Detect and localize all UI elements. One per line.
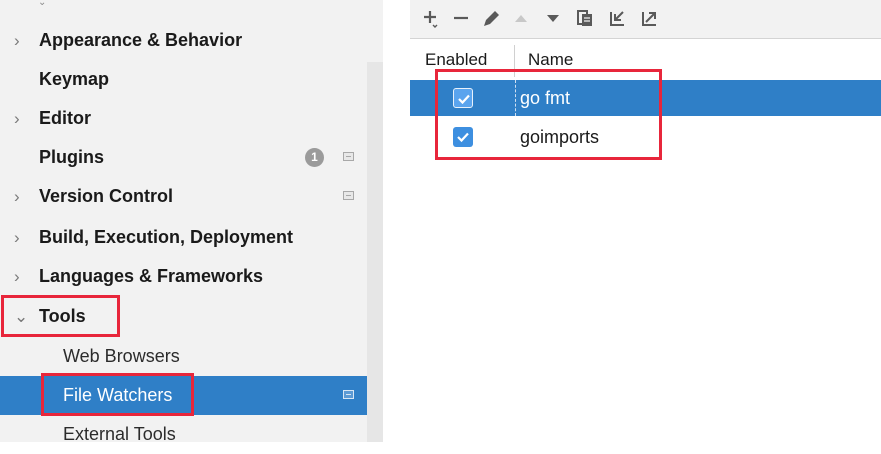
table-row[interactable]: go fmt (410, 80, 881, 116)
tree-item-label: Editor (39, 108, 91, 128)
remove-icon[interactable] (450, 6, 472, 30)
chevron-right-icon[interactable]: › (14, 99, 28, 138)
chevron-down-icon[interactable]: ⌄ (14, 297, 28, 336)
chevron-right-icon[interactable]: › (14, 21, 28, 60)
watcher-name: go fmt (520, 88, 571, 108)
project-settings-icon (343, 152, 354, 161)
copy-icon[interactable] (574, 6, 596, 30)
import-icon[interactable] (606, 6, 628, 30)
cell-focus-outline (515, 80, 517, 116)
column-header-name[interactable]: Name (528, 39, 573, 81)
tree-item-appearance-behavior[interactable]: › Appearance & Behavior (0, 21, 367, 60)
tree-item-tools[interactable]: ⌄ Tools (0, 297, 367, 336)
tree-item-file-watchers[interactable]: File Watchers (0, 376, 367, 415)
table-row[interactable]: goimports (410, 119, 881, 155)
tree-item-label: Plugins (39, 147, 105, 167)
project-settings-icon (343, 390, 354, 399)
tree-item-version-control[interactable]: › Version Control (0, 177, 367, 216)
tree-item-build-execution-deployment[interactable]: › Build, Execution, Deployment (0, 218, 367, 257)
column-divider[interactable] (514, 45, 515, 77)
chevron-right-icon[interactable]: › (14, 218, 28, 257)
project-settings-icon (343, 191, 354, 200)
watcher-name: goimports (520, 127, 600, 147)
tree-item-label: Languages & Frameworks (39, 266, 264, 286)
tree-item-label: Appearance & Behavior (39, 30, 243, 50)
tree-item-label: Build, Execution, Deployment (39, 227, 294, 247)
tree-item-label: Version Control (39, 186, 174, 206)
move-down-icon[interactable] (542, 6, 564, 30)
tree-item-label: Keymap (39, 69, 110, 89)
tree-item-keymap[interactable]: Keymap (0, 60, 367, 99)
update-count-badge: 1 (305, 148, 324, 167)
table-header: Enabled Name (410, 39, 881, 77)
scroll-remnant-icon: ⌄ (38, 0, 47, 8)
sidebar-scrollbar[interactable] (367, 62, 383, 442)
tree-item-label: External Tools (63, 424, 176, 444)
chevron-right-icon[interactable]: › (14, 257, 28, 296)
tree-item-label: Web Browsers (63, 346, 180, 366)
add-icon[interactable] (420, 6, 442, 30)
settings-tree: ⌄ › Appearance & Behavior Keymap › Edito… (0, 0, 383, 444)
enabled-checkbox[interactable] (453, 127, 473, 147)
tree-item-plugins[interactable]: Plugins 1 (0, 138, 367, 177)
move-up-icon[interactable] (510, 6, 532, 30)
export-icon[interactable] (638, 6, 660, 30)
enabled-checkbox[interactable] (453, 88, 473, 108)
tree-item-editor[interactable]: › Editor (0, 99, 367, 138)
column-header-enabled[interactable]: Enabled (425, 39, 487, 81)
tree-item-label: Tools (39, 306, 86, 326)
edit-icon[interactable] (480, 6, 502, 30)
chevron-right-icon[interactable]: › (14, 177, 28, 216)
splitter[interactable] (383, 0, 410, 442)
tree-item-web-browsers[interactable]: Web Browsers (0, 337, 367, 376)
file-watchers-toolbar (410, 0, 881, 39)
tree-item-label: File Watchers (63, 385, 173, 405)
tree-item-external-tools[interactable]: External Tools (0, 415, 367, 454)
tree-item-languages-frameworks[interactable]: › Languages & Frameworks (0, 257, 367, 296)
